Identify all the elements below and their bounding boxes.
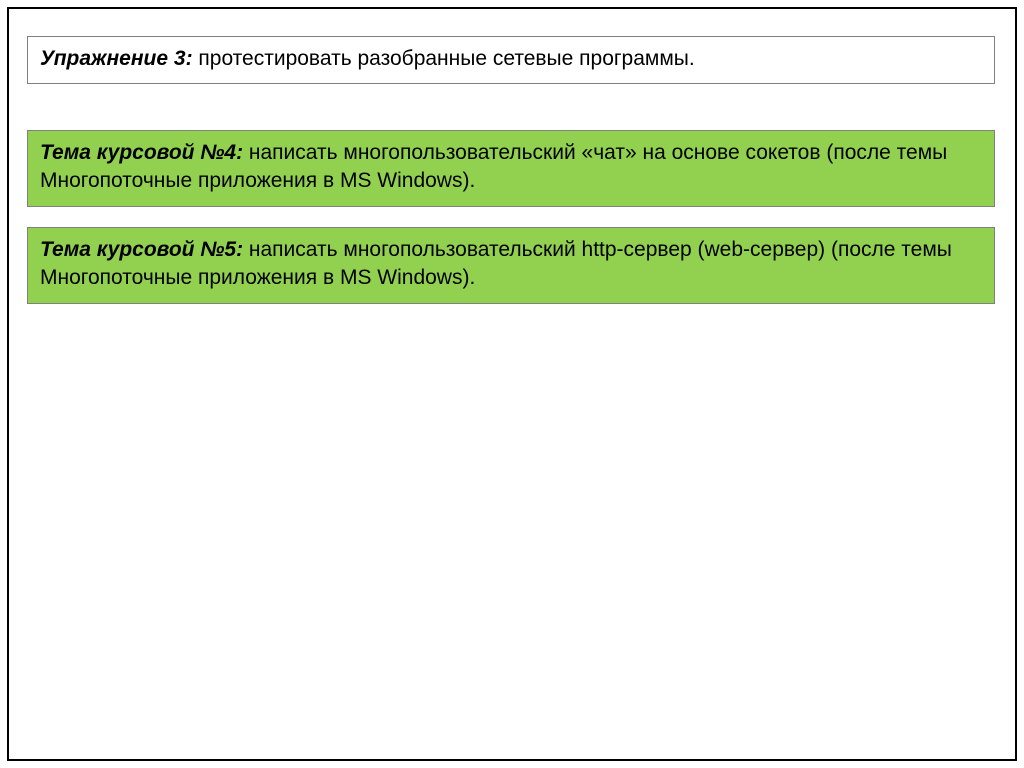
topic5-box: Тема курсовой №5: написать многопользова… bbox=[27, 227, 995, 304]
exercise-text: Упражнение 3: протестировать разобранные… bbox=[40, 45, 982, 73]
topic5-text: Тема курсовой №5: написать многопользова… bbox=[40, 236, 982, 293]
exercise-body: протестировать разобранные сетевые прогр… bbox=[193, 47, 695, 70]
topic4-title: Тема курсовой №4: bbox=[40, 141, 243, 164]
topic4-text: Тема курсовой №4: написать многопользова… bbox=[40, 139, 982, 196]
topic4-box: Тема курсовой №4: написать многопользова… bbox=[27, 130, 995, 207]
exercise-box: Упражнение 3: протестировать разобранные… bbox=[27, 36, 995, 84]
exercise-title: Упражнение 3: bbox=[40, 47, 193, 70]
slide-frame: Упражнение 3: протестировать разобранные… bbox=[7, 7, 1017, 761]
topic5-title: Тема курсовой №5: bbox=[40, 238, 243, 261]
